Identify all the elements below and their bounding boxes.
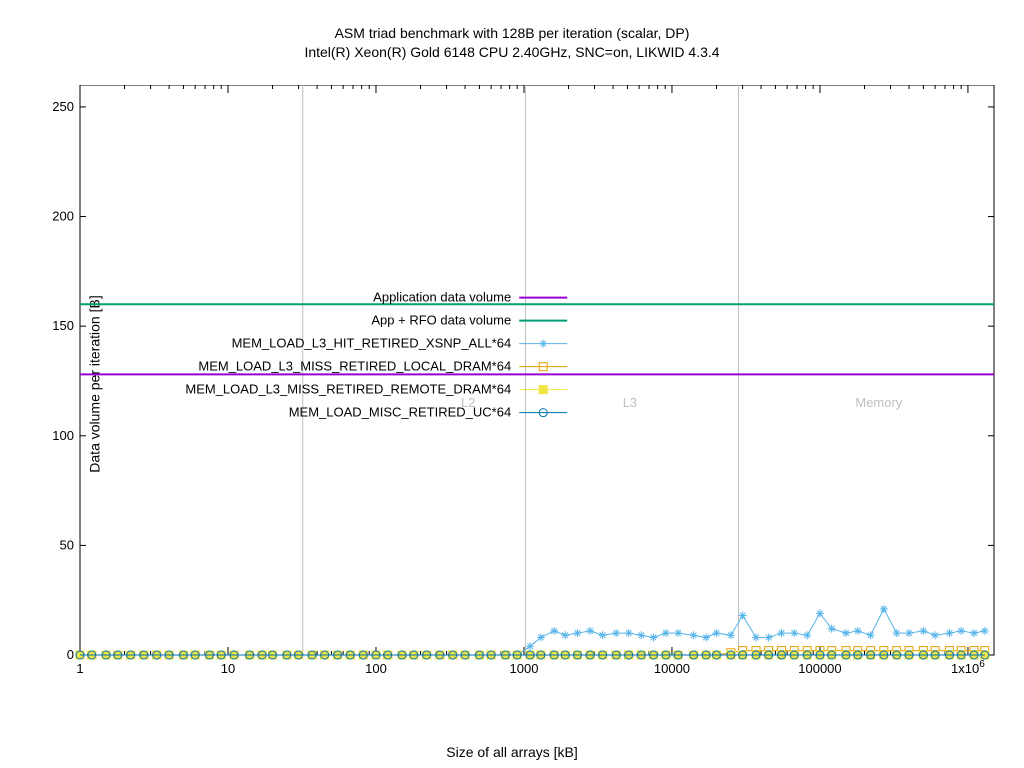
legend-label: App + RFO data volume xyxy=(371,313,511,328)
chart-legend: Application data volume App + RFO data vo… xyxy=(185,290,567,420)
x-tick-label: 1x106 xyxy=(951,659,985,676)
chart-subtitle: Intel(R) Xeon(R) Gold 6148 CPU 2.40GHz, … xyxy=(0,43,1024,62)
y-tick-label: 150 xyxy=(52,318,74,333)
y-tick-label: 50 xyxy=(60,537,74,552)
x-tick-label: 10000 xyxy=(654,661,690,676)
legend-label: MEM_LOAD_L3_HIT_RETIRED_XSNP_ALL*64 xyxy=(232,336,512,351)
x-tick-label: 100000 xyxy=(798,661,841,676)
x-axis-label: Size of all arrays [kB] xyxy=(0,744,1024,760)
x-tick-label: 1000 xyxy=(510,661,539,676)
region-label: Memory xyxy=(855,395,902,410)
legend-label: MEM_LOAD_MISC_RETIRED_UC*64 xyxy=(289,405,512,420)
y-tick-label: 100 xyxy=(52,428,74,443)
x-tick-label: 10 xyxy=(221,661,235,676)
series-line xyxy=(76,651,989,659)
y-tick-label: 200 xyxy=(52,209,74,224)
x-tick-label: 1 xyxy=(76,661,83,676)
y-tick-label: 0 xyxy=(67,647,74,662)
chart-title: ASM triad benchmark with 128B per iterat… xyxy=(0,24,1024,43)
legend-label: Application data volume xyxy=(373,290,511,305)
x-tick-label: 100 xyxy=(365,661,387,676)
y-tick-label: 250 xyxy=(52,99,74,114)
chart-title-block: ASM triad benchmark with 128B per iterat… xyxy=(0,24,1024,62)
chart-plot-area: 0 50 100 150 200 250 1 10 100 1000 10000 100000 1x10… xyxy=(52,85,1002,695)
legend-label: MEM_LOAD_L3_MISS_RETIRED_LOCAL_DRAM*64 xyxy=(198,359,511,374)
region-label: L3 xyxy=(623,395,637,410)
legend-label: MEM_LOAD_L3_MISS_RETIRED_REMOTE_DRAM*64 xyxy=(185,382,511,397)
chart-svg: 0 50 100 150 200 250 1 10 100 1000 10000 100000 1x10… xyxy=(52,85,1002,695)
